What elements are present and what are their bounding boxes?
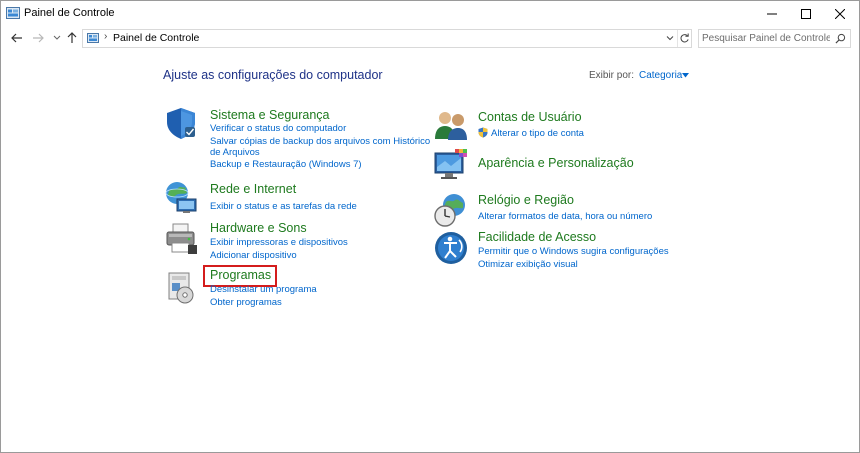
- printer-icon: [166, 223, 197, 254]
- link-uninstall-program[interactable]: Desinstalar um programa: [210, 284, 317, 295]
- chevron-down-icon: [53, 35, 61, 40]
- link-file-history[interactable]: Salvar cópias de backup dos arquivos com…: [210, 136, 430, 147]
- clock-icon: [434, 194, 465, 227]
- view-by-label: Exibir por:: [589, 70, 635, 81]
- chevron-down-icon[interactable]: [665, 33, 675, 43]
- address-divider: [677, 30, 678, 47]
- forward-button[interactable]: [30, 30, 46, 46]
- programs-icon: [168, 272, 194, 304]
- recent-locations-button[interactable]: [49, 30, 65, 46]
- category-title-user-accounts[interactable]: Contas de Usuário: [478, 110, 582, 124]
- control-panel-icon: [87, 33, 99, 43]
- uac-shield-icon: [478, 127, 488, 138]
- category-title-ease-of-access[interactable]: Facilidade de Acesso: [478, 230, 596, 244]
- up-button[interactable]: [64, 30, 80, 46]
- users-icon: [435, 112, 467, 140]
- category-title-hardware-sound[interactable]: Hardware e Sons: [210, 221, 307, 235]
- back-button[interactable]: [9, 30, 25, 46]
- category-title-appearance[interactable]: Aparência e Personalização: [478, 156, 634, 170]
- category-title-clock-region[interactable]: Relógio e Região: [478, 193, 574, 207]
- link-file-history-cont[interactable]: de Arquivos: [210, 147, 260, 158]
- link-backup-restore[interactable]: Backup e Restauração (Windows 7): [210, 159, 362, 170]
- caret-down-icon[interactable]: [682, 73, 689, 78]
- accessibility-icon: [435, 232, 467, 264]
- search-icon[interactable]: [835, 33, 846, 44]
- page-title: Ajuste as configurações do computador: [163, 68, 383, 82]
- link-view-printers[interactable]: Exibir impressoras e dispositivos: [210, 237, 348, 248]
- arrow-right-icon: [33, 33, 44, 43]
- link-windows-suggest[interactable]: Permitir que o Windows sugira configuraç…: [478, 246, 669, 257]
- close-icon: [835, 8, 845, 19]
- network-icon: [165, 182, 197, 213]
- close-button[interactable]: [823, 1, 857, 26]
- maximize-icon: [801, 8, 811, 19]
- link-network-status[interactable]: Exibir o status e as tarefas da rede: [210, 201, 357, 212]
- breadcrumb-separator[interactable]: ›: [104, 31, 107, 42]
- address-field[interactable]: › Painel de Controle: [82, 29, 692, 48]
- category-title-programs[interactable]: Programas: [210, 268, 271, 282]
- link-change-account-type[interactable]: Alterar o tipo de conta: [491, 128, 584, 139]
- shield-icon: [167, 108, 195, 139]
- search-input[interactable]: [702, 31, 830, 46]
- refresh-icon[interactable]: [679, 33, 690, 44]
- control-panel-icon: [6, 7, 20, 19]
- address-bar-row: › Painel de Controle: [1, 27, 859, 49]
- control-panel-window: Painel de Controle › Painel de Controle …: [0, 0, 860, 453]
- link-optimize-display[interactable]: Otimizar exibição visual: [478, 259, 578, 270]
- arrow-up-icon: [67, 32, 77, 43]
- minimize-icon: [767, 13, 777, 14]
- title-bar: Painel de Controle: [1, 1, 859, 26]
- category-title-network-internet[interactable]: Rede e Internet: [210, 182, 296, 196]
- category-title-system-security[interactable]: Sistema e Segurança: [210, 108, 330, 122]
- breadcrumb-control-panel[interactable]: Painel de Controle: [113, 32, 199, 44]
- arrow-left-icon: [11, 33, 22, 43]
- search-box[interactable]: [698, 29, 851, 48]
- link-get-programs[interactable]: Obter programas: [210, 297, 282, 308]
- minimize-button[interactable]: [755, 1, 789, 26]
- link-check-status[interactable]: Verificar o status do computador: [210, 123, 346, 134]
- monitor-icon: [434, 149, 467, 179]
- maximize-button[interactable]: [789, 1, 823, 26]
- link-change-formats[interactable]: Alterar formatos de data, hora ou número: [478, 211, 652, 222]
- window-title: Painel de Controle: [24, 7, 115, 19]
- view-by-dropdown[interactable]: Categoria: [639, 70, 682, 81]
- link-add-device[interactable]: Adicionar dispositivo: [210, 250, 297, 261]
